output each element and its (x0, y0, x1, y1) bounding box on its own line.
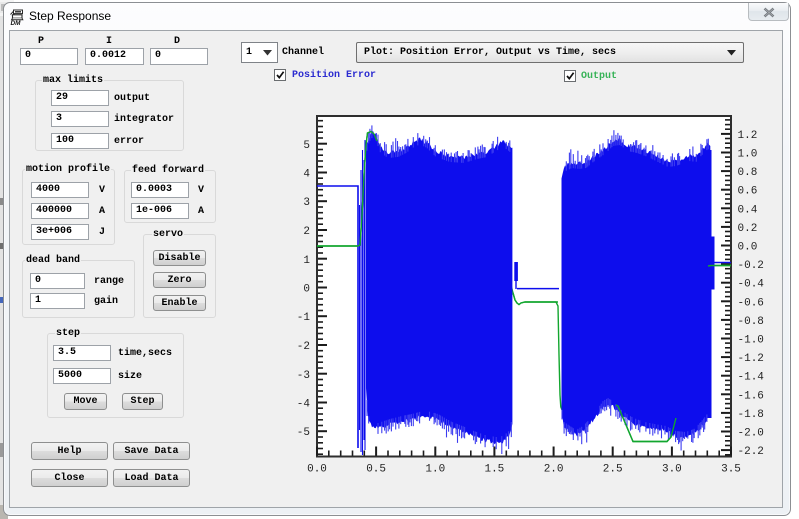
svg-text:-0.2: -0.2 (738, 260, 764, 272)
svg-text:1.0: 1.0 (425, 464, 445, 476)
svg-text:-5: -5 (297, 427, 310, 439)
svg-text:0.4: 0.4 (738, 204, 758, 216)
svg-text:-1: -1 (297, 312, 311, 324)
svg-text:1: 1 (303, 255, 310, 267)
svg-text:0.6: 0.6 (738, 186, 758, 198)
svg-text:1.0: 1.0 (738, 149, 758, 161)
svg-text:0.5: 0.5 (366, 464, 386, 476)
svg-text:0.2: 0.2 (738, 223, 758, 235)
svg-text:1.5: 1.5 (484, 464, 504, 476)
svg-text:0: 0 (303, 284, 310, 296)
svg-text:1.2: 1.2 (738, 130, 758, 142)
svg-text:-1.0: -1.0 (738, 335, 764, 347)
svg-text:0.0: 0.0 (738, 242, 758, 254)
svg-text:-2.2: -2.2 (738, 446, 764, 458)
svg-text:-0.6: -0.6 (738, 297, 764, 309)
svg-text:-4: -4 (297, 399, 311, 411)
svg-text:2.0: 2.0 (544, 464, 564, 476)
svg-text:5: 5 (303, 140, 310, 152)
svg-text:4: 4 (303, 169, 310, 181)
svg-text:2: 2 (303, 226, 310, 238)
svg-text:-2: -2 (297, 341, 310, 353)
svg-text:-1.8: -1.8 (738, 409, 764, 421)
svg-text:-3: -3 (297, 370, 310, 382)
svg-text:3: 3 (303, 197, 310, 209)
svg-text:-0.4: -0.4 (738, 279, 765, 291)
svg-text:0.0: 0.0 (307, 464, 327, 476)
svg-text:3.0: 3.0 (662, 464, 682, 476)
svg-text:2.5: 2.5 (603, 464, 623, 476)
svg-text:-1.6: -1.6 (738, 390, 764, 402)
svg-text:0.8: 0.8 (738, 167, 758, 179)
svg-text:3.5: 3.5 (721, 464, 741, 476)
svg-text:-0.8: -0.8 (738, 316, 764, 328)
svg-text:-1.4: -1.4 (738, 372, 765, 384)
svg-text:-1.2: -1.2 (738, 353, 764, 365)
svg-text:-2.0: -2.0 (738, 428, 764, 440)
